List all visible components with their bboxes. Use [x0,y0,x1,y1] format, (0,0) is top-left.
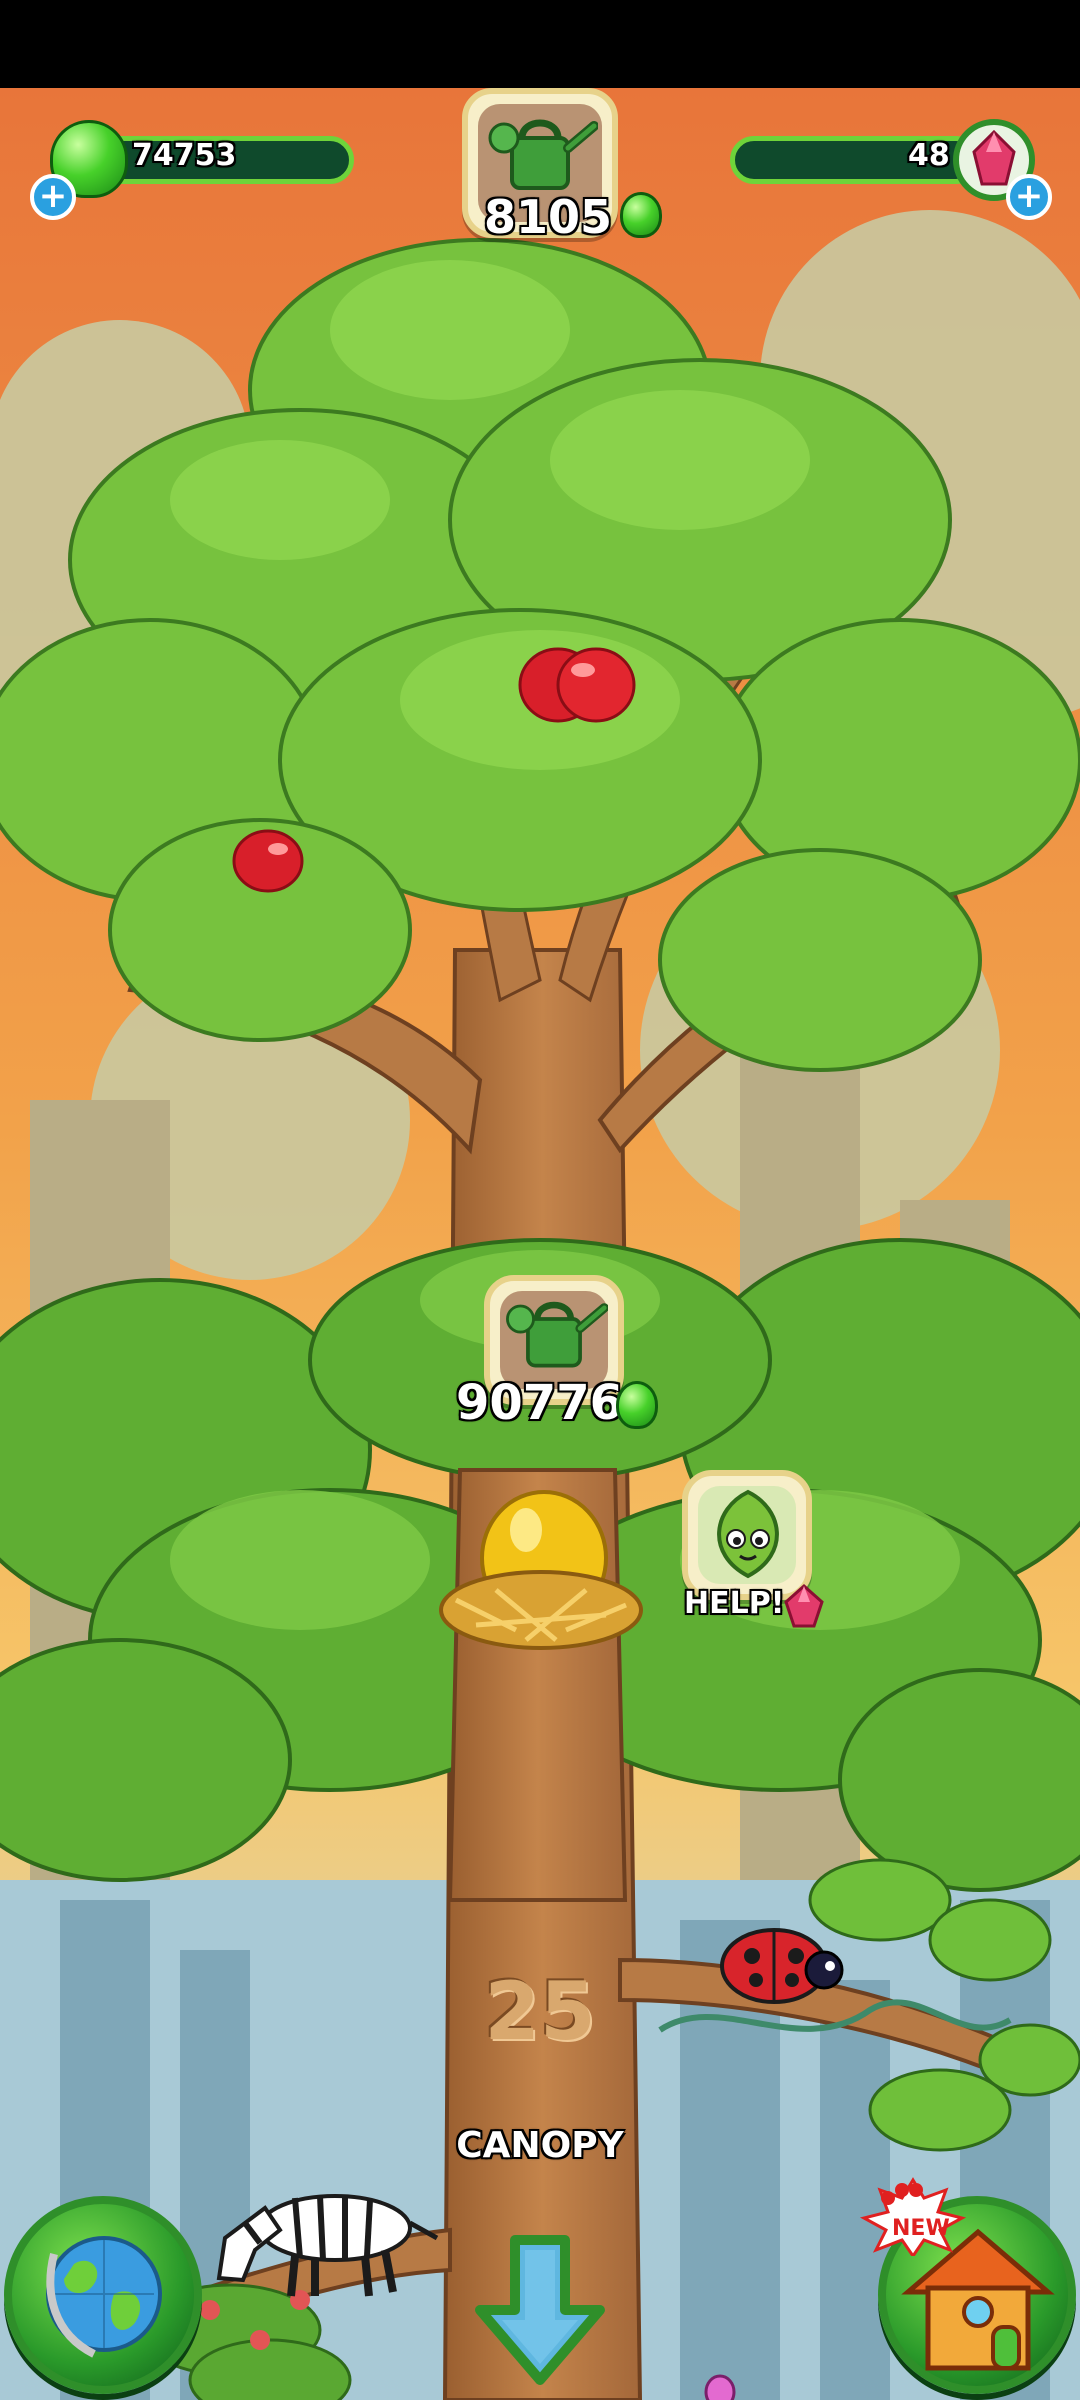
game-scene: 74753 + 48 + 8105 90776 HELP! 25 CANOPY … [0,0,1080,2400]
add-red-gems-button[interactable]: + [1006,174,1052,220]
zebra-icon[interactable] [205,2168,445,2308]
help-label: HELP! [684,1586,785,1621]
help-request[interactable]: HELP! [668,1470,838,1640]
watering-can-icon [506,1301,608,1368]
red-fruit-icon[interactable] [518,640,638,730]
globe-button[interactable] [4,2196,202,2394]
zone-label: CANOPY [456,2125,624,2166]
level-number: 25 [484,1965,596,2058]
ladybug-icon[interactable] [716,1918,846,2008]
top-water-card[interactable]: 8105 [462,88,662,258]
red-gem-value: 48 [908,138,950,173]
down-arrow-icon[interactable] [470,2230,610,2400]
golden-egg-nest[interactable] [436,1490,646,1660]
red-fruit-icon[interactable] [230,825,306,895]
flower-icon [704,2374,736,2400]
add-green-gems-button[interactable]: + [30,174,76,220]
green-gem-value: 74753 [132,138,237,173]
green-gem-icon [620,192,662,238]
new-badge-label: NEW [892,2216,950,2241]
mid-water-card[interactable]: 90776 [456,1275,660,1445]
new-badge: NEW [858,2176,968,2256]
red-gem-counter[interactable]: 48 + [730,118,1060,228]
leaf-character-icon [717,1489,779,1579]
watering-can-icon [488,119,598,190]
globe-icon [46,2236,162,2358]
green-gem-counter[interactable]: 74753 + [26,118,356,228]
green-gem-icon [616,1381,658,1429]
mid-water-cost: 90776 [456,1375,623,1431]
red-gem-icon [784,1583,824,1628]
top-water-cost: 8105 [484,190,613,244]
